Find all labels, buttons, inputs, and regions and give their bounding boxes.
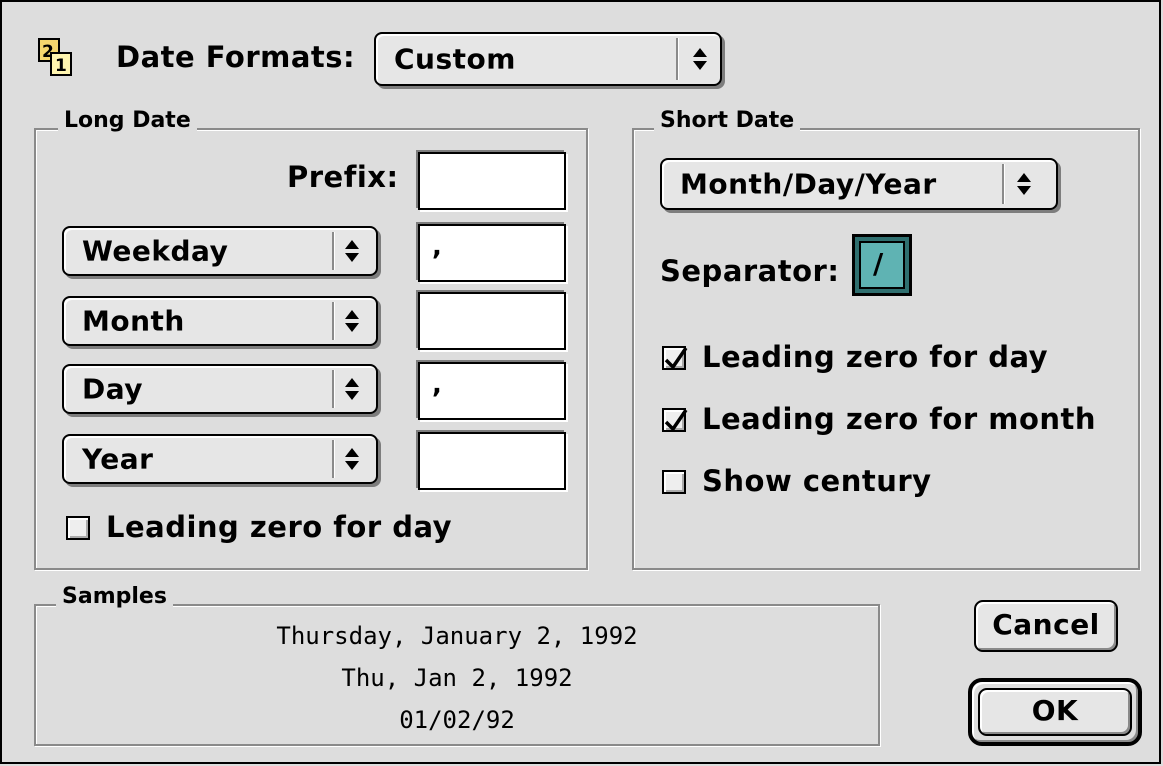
separator-value: / <box>873 247 884 280</box>
show-century-checkbox[interactable] <box>662 470 686 494</box>
date-formats-popup[interactable]: Custom <box>374 32 722 86</box>
checkmark-icon <box>664 409 688 432</box>
date-formats-icon: 2 1 <box>38 38 74 78</box>
ok-button[interactable]: OK <box>978 688 1132 736</box>
short-leading-zero-month-label[interactable]: Leading zero for month <box>702 402 1096 436</box>
popup-divider <box>332 302 334 340</box>
short-date-order-popup[interactable]: Month/Day/Year <box>660 158 1058 210</box>
samples-area: Thursday, January 2, 1992 Thu, Jan 2, 19… <box>36 606 878 744</box>
separator-field[interactable]: / <box>852 234 912 296</box>
date-formats-label: Date Formats: <box>116 40 356 74</box>
long-leading-zero-day-label[interactable]: Leading zero for day <box>106 510 452 544</box>
long-leading-zero-day-checkbox[interactable] <box>66 516 90 540</box>
sample-long-date: Thursday, January 2, 1992 <box>276 622 638 650</box>
day-popup[interactable]: Day <box>62 364 378 414</box>
short-date-title: Short Date <box>654 108 801 133</box>
up-down-arrows-icon <box>693 48 707 70</box>
month-separator-field[interactable] <box>418 292 566 350</box>
svg-text:1: 1 <box>55 56 67 76</box>
up-down-arrows-icon <box>345 448 359 470</box>
year-popup[interactable]: Year <box>62 434 378 484</box>
weekday-separator-field[interactable]: , <box>418 224 566 282</box>
prefix-label: Prefix: <box>287 160 399 194</box>
separator-label: Separator: <box>660 254 840 288</box>
date-formats-value: Custom <box>394 42 516 76</box>
day-separator-field[interactable]: , <box>418 362 566 420</box>
up-down-arrows-icon <box>345 378 359 400</box>
popup-divider <box>676 38 678 80</box>
up-down-arrows-icon <box>345 310 359 332</box>
month-popup[interactable]: Month <box>62 296 378 346</box>
up-down-arrows-icon <box>345 240 359 262</box>
ok-button-default-ring[interactable]: OK <box>968 678 1142 746</box>
short-leading-zero-month-checkbox[interactable] <box>662 408 688 432</box>
long-date-title: Long Date <box>58 108 197 133</box>
checkmark-icon <box>664 347 688 370</box>
prefix-field[interactable] <box>418 152 566 210</box>
date-formats-dialog: 2 1 Date Formats: Custom Long Date Prefi… <box>0 0 1161 764</box>
sample-short-date: 01/02/92 <box>399 706 515 734</box>
up-down-arrows-icon <box>1017 173 1031 195</box>
short-leading-zero-day-label[interactable]: Leading zero for day <box>702 340 1048 374</box>
popup-divider <box>1002 164 1004 204</box>
popup-divider <box>332 232 334 270</box>
popup-divider <box>332 440 334 478</box>
sample-abbrev-date: Thu, Jan 2, 1992 <box>341 664 573 692</box>
cancel-button[interactable]: Cancel <box>974 600 1118 652</box>
show-century-label[interactable]: Show century <box>702 464 932 498</box>
short-leading-zero-day-checkbox[interactable] <box>662 346 688 370</box>
year-separator-field[interactable] <box>418 432 566 490</box>
popup-divider <box>332 370 334 408</box>
weekday-popup[interactable]: Weekday <box>62 226 378 276</box>
